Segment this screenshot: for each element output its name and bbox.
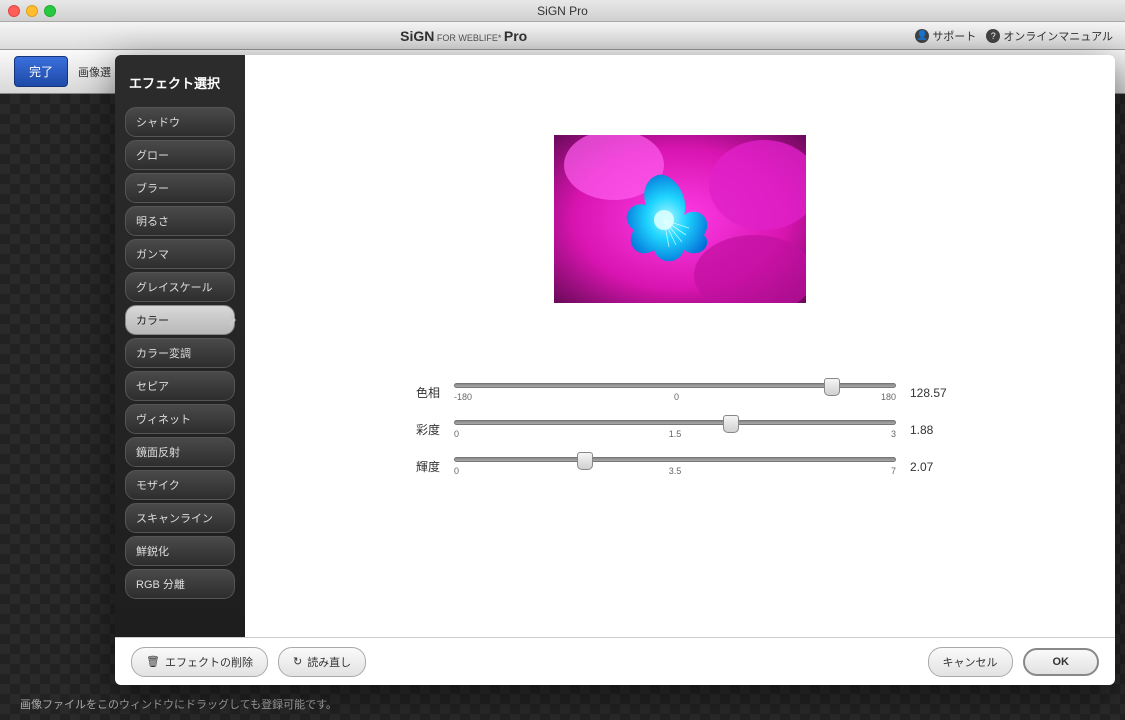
slider-track[interactable]: 03.57	[454, 457, 896, 476]
slider-row: 輝度03.572.07	[400, 457, 960, 476]
effect-item[interactable]: カラー	[125, 305, 235, 335]
reload-icon: ↻	[293, 655, 302, 668]
app-topbar: SiGN FOR WEBLIFE* Pro 👤サポート ?オンラインマニュアル	[0, 22, 1125, 50]
slider-min: 0	[454, 466, 459, 476]
manual-label: オンラインマニュアル	[1003, 28, 1113, 44]
effect-sidebar: エフェクト選択 シャドウグローブラー明るさガンマグレイスケールカラーカラー変調セ…	[115, 55, 245, 637]
slider-thumb[interactable]	[577, 452, 593, 470]
effect-item[interactable]: ブラー	[125, 173, 235, 203]
effect-item[interactable]: カラー変調	[125, 338, 235, 368]
slider-label: 彩度	[400, 421, 440, 438]
effect-item[interactable]: グレイスケール	[125, 272, 235, 302]
slider-min: 0	[454, 429, 459, 439]
effect-item[interactable]: シャドウ	[125, 107, 235, 137]
trash-icon: 🗑	[146, 655, 160, 668]
slider-mid: 0	[674, 392, 679, 402]
window-titlebar: SiGN Pro	[0, 0, 1125, 22]
help-icon: ?	[986, 29, 1000, 43]
slider-thumb[interactable]	[824, 378, 840, 396]
delete-label: エフェクトの削除	[165, 654, 253, 670]
brand-name: SiGN	[400, 28, 434, 44]
preview-image	[554, 135, 806, 303]
sidebar-title: エフェクト選択	[115, 65, 245, 104]
reload-button[interactable]: ↻ 読み直し	[278, 647, 366, 677]
slider-mid: 3.5	[669, 466, 682, 476]
dialog-footer: 🗑 エフェクトの削除 ↻ 読み直し キャンセル OK	[115, 637, 1115, 685]
slider-track[interactable]: 01.53	[454, 420, 896, 439]
slider-value: 1.88	[910, 423, 960, 437]
slider-row: 彩度01.531.88	[400, 420, 960, 439]
support-link[interactable]: 👤サポート	[915, 28, 976, 44]
effect-item[interactable]: スキャンライン	[125, 503, 235, 533]
brand-suffix: Pro	[504, 28, 527, 44]
effect-main-panel: 色相-1800180128.57彩度01.531.88輝度03.572.07	[245, 55, 1115, 637]
image-select-label: 画像選	[78, 64, 111, 80]
effect-item[interactable]: モザイク	[125, 470, 235, 500]
slider-thumb[interactable]	[723, 415, 739, 433]
slider-value: 2.07	[910, 460, 960, 474]
ok-button[interactable]: OK	[1023, 648, 1100, 676]
slider-max: 3	[891, 429, 896, 439]
slider-label: 輝度	[400, 458, 440, 475]
effect-item[interactable]: ヴィネット	[125, 404, 235, 434]
reload-label: 読み直し	[307, 654, 351, 670]
slider-row: 色相 -180 0 180 128.57	[400, 383, 960, 402]
slider-mid: 1.5	[669, 429, 682, 439]
user-icon: 👤	[915, 29, 929, 43]
brand-logo: SiGN FOR WEBLIFE* Pro	[400, 28, 527, 44]
sliders-group: 色相-1800180128.57彩度01.531.88輝度03.572.07	[400, 383, 960, 494]
effect-item[interactable]: 鮮鋭化	[125, 536, 235, 566]
effect-item[interactable]: RGB 分離	[125, 569, 235, 599]
slider-track[interactable]: -180 0 180	[454, 383, 896, 402]
effect-item[interactable]: グロー	[125, 140, 235, 170]
slider-max: 180	[881, 392, 896, 402]
window-title: SiGN Pro	[0, 4, 1125, 18]
effect-item[interactable]: 鏡面反射	[125, 437, 235, 467]
drag-hint: 画像ファイルをこのウィンドウにドラッグしても登録可能です。	[20, 696, 337, 712]
delete-effect-button[interactable]: 🗑 エフェクトの削除	[131, 647, 268, 677]
slider-min: -180	[454, 392, 472, 402]
slider-label: 色相	[400, 384, 440, 401]
effect-dialog: エフェクト選択 シャドウグローブラー明るさガンマグレイスケールカラーカラー変調セ…	[115, 55, 1115, 685]
effect-item[interactable]: セピア	[125, 371, 235, 401]
cancel-button[interactable]: キャンセル	[928, 647, 1013, 677]
effect-item[interactable]: 明るさ	[125, 206, 235, 236]
effect-item[interactable]: ガンマ	[125, 239, 235, 269]
done-button[interactable]: 完了	[14, 56, 68, 87]
slider-value: 128.57	[910, 386, 960, 400]
support-label: サポート	[932, 28, 976, 44]
slider-max: 7	[891, 466, 896, 476]
brand-sub: FOR WEBLIFE*	[434, 33, 504, 43]
manual-link[interactable]: ?オンラインマニュアル	[986, 28, 1113, 44]
